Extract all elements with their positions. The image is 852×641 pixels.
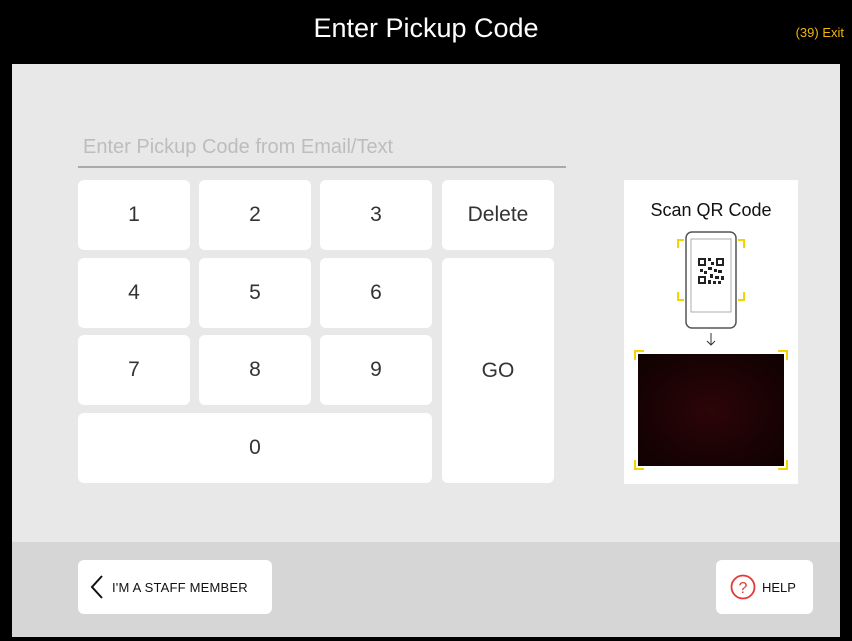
go-button[interactable]: GO — [442, 258, 554, 483]
staff-member-button[interactable]: I'M A STAFF MEMBER — [78, 560, 272, 614]
key-2[interactable]: 2 — [199, 180, 311, 250]
camera-frame-corner-icon — [778, 350, 788, 360]
key-4[interactable]: 4 — [78, 258, 190, 328]
header-bar: Enter Pickup Code (39) Exit — [0, 0, 852, 64]
key-9[interactable]: 9 — [320, 335, 432, 405]
camera-preview — [638, 354, 784, 466]
exit-button[interactable]: (39) Exit — [796, 25, 844, 40]
key-0[interactable]: 0 — [78, 413, 432, 483]
key-8[interactable]: 8 — [199, 335, 311, 405]
camera-frame-corner-icon — [778, 460, 788, 470]
key-1[interactable]: 1 — [78, 180, 190, 250]
page-title: Enter Pickup Code — [313, 13, 539, 43]
main-panel: 1 2 3 Delete 4 5 6 GO 7 8 9 0 Scan QR Co… — [12, 64, 840, 542]
help-label: HELP — [762, 579, 796, 595]
delete-button[interactable]: Delete — [442, 180, 554, 250]
help-button[interactable]: ? HELP — [716, 560, 813, 614]
key-7[interactable]: 7 — [78, 335, 190, 405]
footer-bar: I'M A STAFF MEMBER ? HELP — [12, 542, 840, 637]
svg-text:?: ? — [739, 580, 748, 597]
qr-scan-panel: Scan QR Code — [624, 180, 798, 484]
help-circle-icon: ? — [730, 574, 756, 600]
key-5[interactable]: 5 — [199, 258, 311, 328]
chevron-left-icon — [90, 575, 103, 599]
key-6[interactable]: 6 — [320, 258, 432, 328]
qr-scan-title: Scan QR Code — [650, 200, 772, 220]
staff-member-label: I'M A STAFF MEMBER — [112, 579, 248, 595]
phone-qr-icon — [677, 231, 745, 346]
pickup-code-input[interactable] — [78, 128, 566, 168]
key-3[interactable]: 3 — [320, 180, 432, 250]
camera-frame-corner-icon — [634, 350, 644, 360]
camera-frame-corner-icon — [634, 460, 644, 470]
